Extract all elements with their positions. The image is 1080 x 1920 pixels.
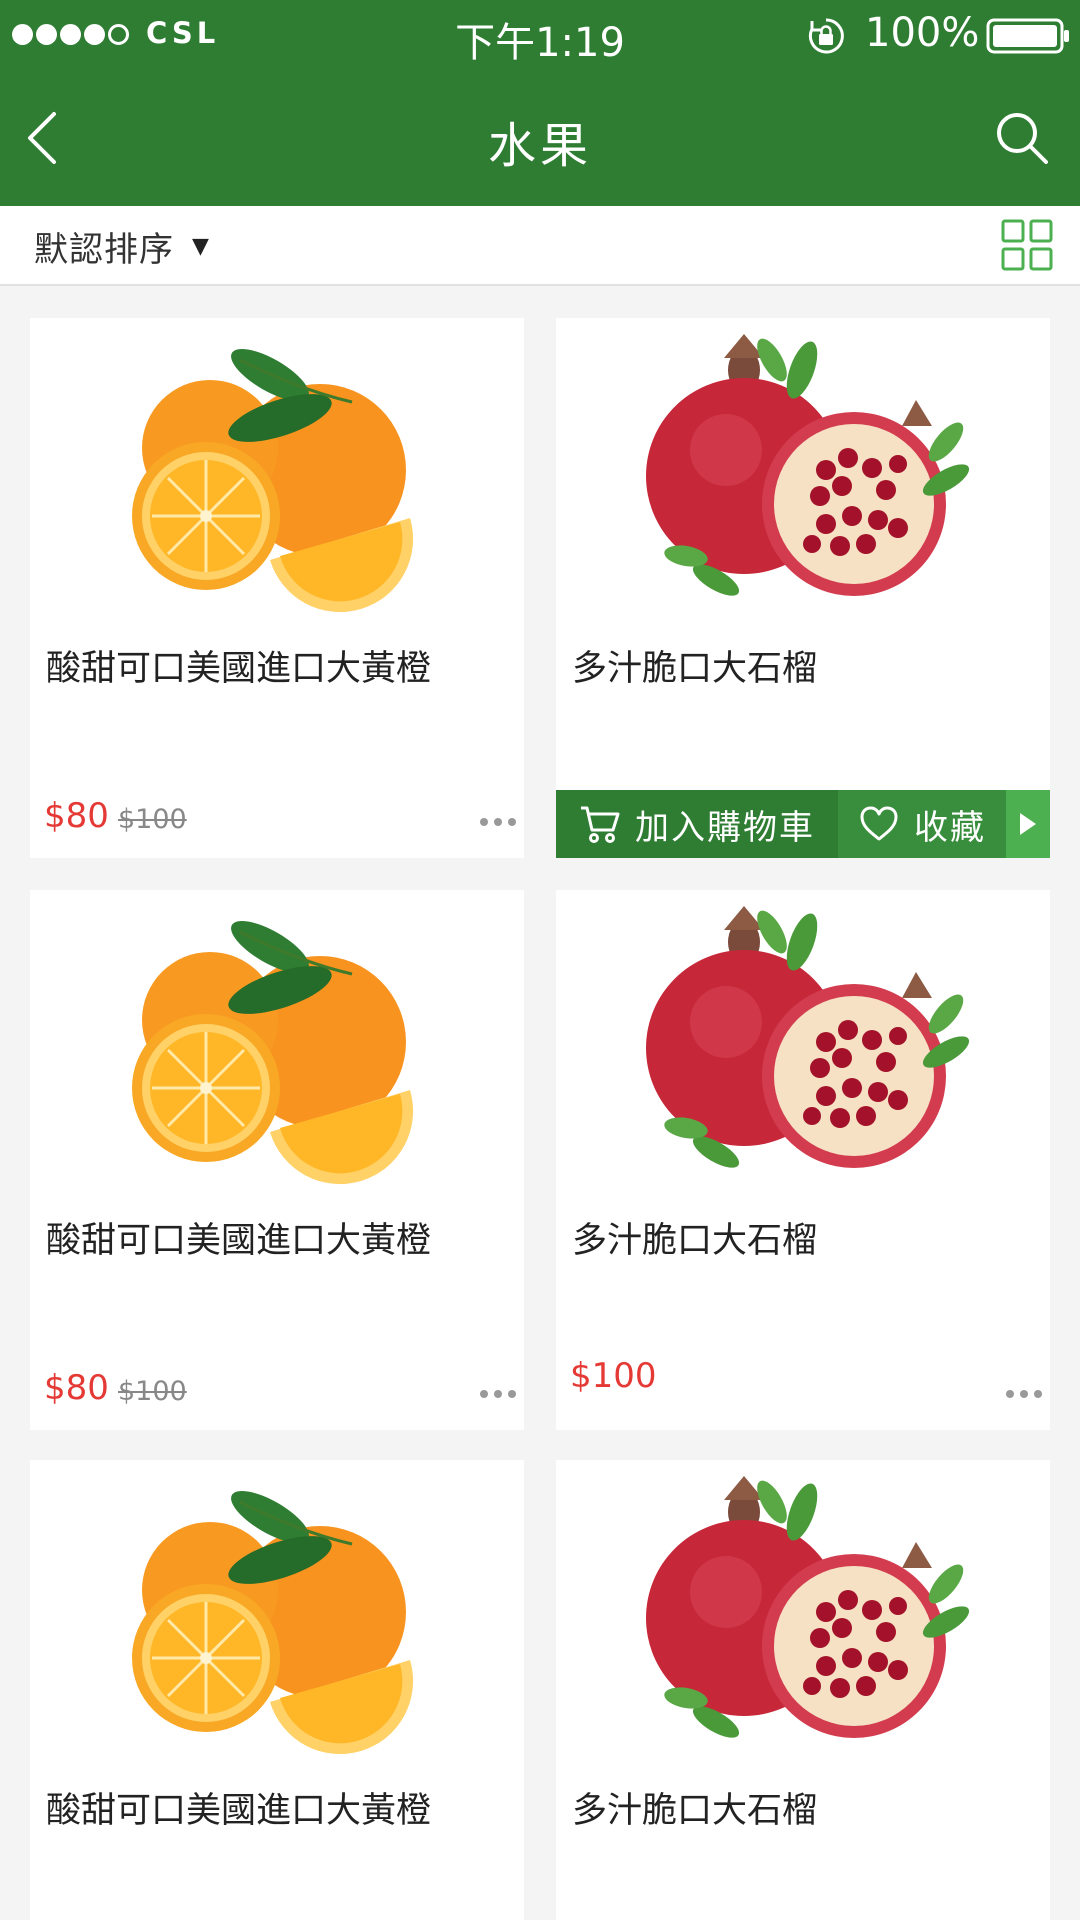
- product-price: $80: [44, 1368, 109, 1408]
- more-options-icon[interactable]: [480, 1390, 516, 1398]
- product-action-bar: 加入購物車 收藏: [556, 790, 1050, 858]
- product-name: 酸甜可口美國進口大黃橙: [46, 649, 432, 689]
- add-to-cart-label: 加入購物車: [635, 807, 815, 848]
- product-name: 多汁脆口大石榴: [572, 1221, 818, 1261]
- product-card[interactable]: 多汁脆口大石榴: [556, 1460, 1050, 1920]
- rotation-lock-icon: [808, 18, 844, 54]
- orange-image: [120, 902, 434, 1192]
- grid-view-icon[interactable]: [1000, 218, 1054, 272]
- caret-down-icon: ▼: [192, 234, 209, 259]
- original-price: $100: [118, 1376, 187, 1407]
- sort-label: 默認排序: [34, 230, 174, 270]
- battery-icon: [986, 18, 1069, 54]
- search-icon[interactable]: [992, 108, 1052, 168]
- product-card[interactable]: 酸甜可口美國進口大黃橙: [30, 1460, 524, 1920]
- cart-icon: [581, 806, 620, 843]
- page-title: 水果: [487, 118, 592, 174]
- more-options-icon[interactable]: [1006, 1390, 1042, 1398]
- pomegranate-image: [616, 902, 990, 1192]
- sort-dropdown[interactable]: 默認排序 ▼: [34, 222, 209, 271]
- product-card[interactable]: 酸甜可口美國進口大黃橙 $80 $100: [30, 890, 524, 1430]
- expand-actions-button[interactable]: [1006, 790, 1050, 858]
- pomegranate-image: [616, 1472, 990, 1762]
- add-to-cart-button[interactable]: 加入購物車: [556, 790, 838, 858]
- product-card[interactable]: 多汁脆口大石榴 $100: [556, 890, 1050, 1430]
- app-root: CSL 下午1:19 100% 水果 默認排序 ▼ 酸甜可口美國進口大黃橙 $8…: [0, 0, 1080, 1920]
- product-price: $80: [44, 796, 109, 836]
- heart-icon: [860, 806, 898, 841]
- navigation-bar: 水果: [0, 70, 1080, 206]
- product-name: 多汁脆口大石榴: [572, 1791, 818, 1831]
- status-bar: CSL 下午1:19 100%: [0, 0, 1080, 70]
- play-right-icon: [1020, 813, 1036, 835]
- product-price: $100: [570, 1356, 657, 1396]
- favorite-button[interactable]: 收藏: [838, 790, 1006, 858]
- orange-image: [120, 330, 434, 620]
- sort-bar: 默認排序 ▼: [0, 206, 1080, 286]
- more-options-icon[interactable]: [480, 818, 516, 826]
- product-card[interactable]: 酸甜可口美國進口大黃橙 $80 $100: [30, 318, 524, 858]
- battery-percentage: 100%: [865, 10, 980, 56]
- product-name: 多汁脆口大石榴: [572, 649, 818, 689]
- original-price: $100: [118, 804, 187, 835]
- orange-image: [120, 1472, 434, 1762]
- favorite-label: 收藏: [914, 807, 986, 848]
- product-name: 酸甜可口美國進口大黃橙: [46, 1221, 432, 1261]
- pomegranate-image: [616, 330, 990, 620]
- product-card[interactable]: 多汁脆口大石榴 加入購物車 收藏: [556, 318, 1050, 858]
- product-name: 酸甜可口美國進口大黃橙: [46, 1791, 432, 1831]
